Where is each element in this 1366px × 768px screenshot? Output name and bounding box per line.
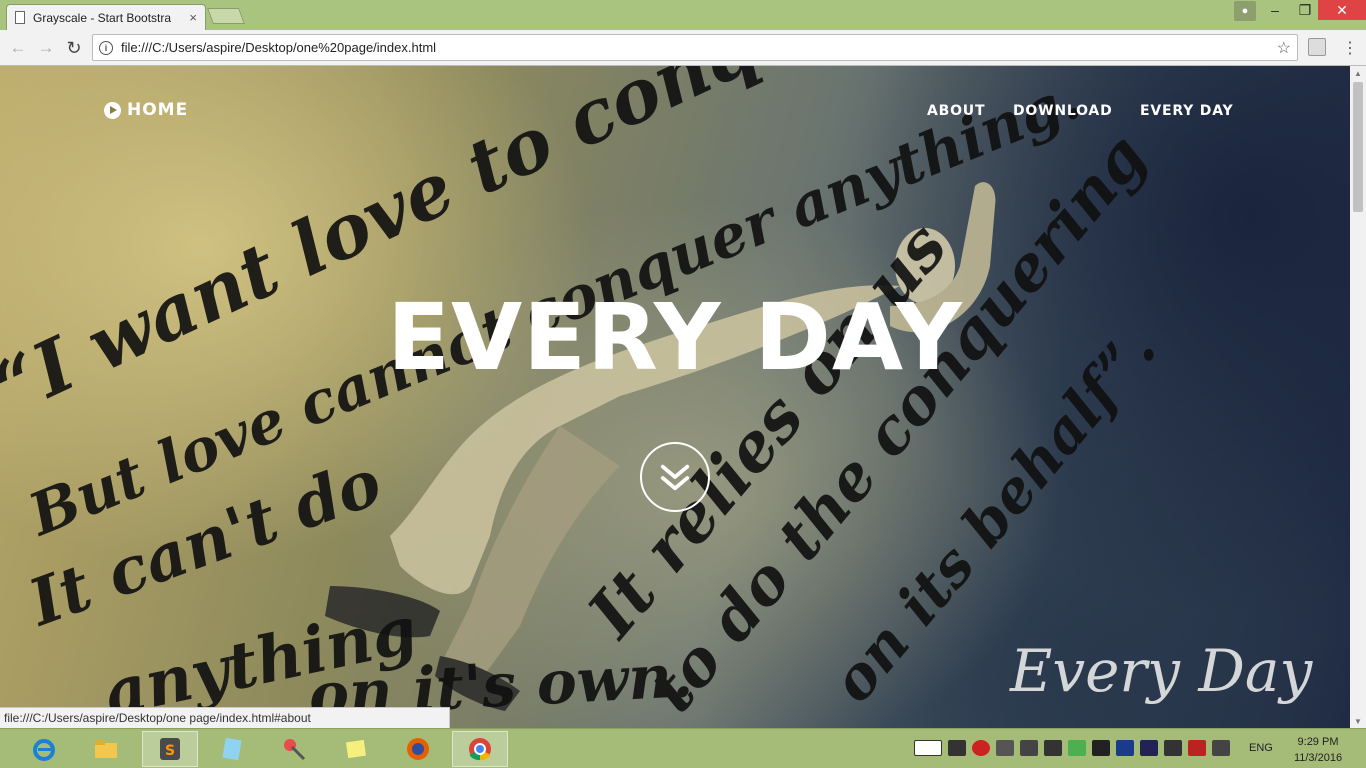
app-tray-icon[interactable]: [1140, 740, 1158, 756]
taskbar-notepad-icon[interactable]: [204, 731, 260, 767]
clock-date: 11/3/2016: [1293, 752, 1343, 764]
network-adapter-icon[interactable]: [1020, 740, 1038, 756]
monitor-icon[interactable]: [948, 740, 966, 756]
scroll-down-arrow-icon[interactable]: ▼: [1350, 714, 1366, 728]
double-chevron-down-icon: [660, 464, 690, 491]
taskbar-chrome-icon[interactable]: [452, 731, 508, 767]
window-close-button[interactable]: ✕: [1318, 0, 1366, 20]
minimize-button[interactable]: –: [1262, 0, 1288, 20]
tab-title: Grayscale - Start Bootstra: [33, 10, 172, 25]
page-icon: [15, 11, 25, 24]
info-icon[interactable]: i: [99, 40, 113, 55]
back-icon[interactable]: ←: [6, 36, 30, 60]
page-viewport: “I want love to conquer a But love canno…: [0, 66, 1350, 728]
clock-time: 9:29 PM: [1297, 736, 1339, 748]
windows-taskbar: S ENG 9:29 PM 11/3/2016: [0, 728, 1366, 768]
usb-icon[interactable]: [996, 740, 1014, 756]
new-tab-button[interactable]: [207, 8, 245, 24]
scroll-down-button[interactable]: [640, 442, 710, 512]
hero-title: EVERY DAY: [387, 284, 963, 391]
taskbar-file-explorer-icon[interactable]: [78, 731, 134, 767]
taskbar-sublime-text-icon[interactable]: S: [142, 731, 198, 767]
taskbar-internet-explorer-icon[interactable]: [16, 731, 72, 767]
brand-home-link[interactable]: HOME: [104, 100, 188, 120]
taskbar-sticky-notes-icon[interactable]: [328, 731, 384, 767]
tab-close-icon[interactable]: ×: [189, 10, 197, 25]
nav-link-every-day[interactable]: EVERY DAY: [1140, 103, 1233, 119]
system-clock[interactable]: 9:29 PM 11/3/2016: [1286, 734, 1350, 766]
forward-icon[interactable]: →: [34, 36, 58, 60]
signal-bars-icon[interactable]: [1044, 740, 1062, 756]
taskbar-snipping-tool-icon[interactable]: [266, 731, 322, 767]
printer-icon[interactable]: [1164, 740, 1182, 756]
active-tab[interactable]: Grayscale - Start Bootstra ×: [6, 4, 206, 30]
url-text[interactable]: file:///C:/Users/aspire/Desktop/one%20pa…: [121, 40, 1277, 55]
browser-toolbar: ← → ↻ i file:///C:/Users/aspire/Desktop/…: [0, 30, 1366, 66]
reload-icon[interactable]: ↻: [62, 36, 86, 60]
profile-icon[interactable]: ●: [1234, 1, 1256, 21]
extension-icon[interactable]: [1308, 38, 1326, 56]
site-navbar: HOME ABOUT DOWNLOAD EVERY DAY: [0, 66, 1350, 156]
star-icon[interactable]: ☆: [1277, 38, 1291, 58]
menu-icon[interactable]: ⋮: [1340, 36, 1360, 60]
language-indicator[interactable]: ENG: [1249, 742, 1273, 754]
scroll-thumb[interactable]: [1353, 82, 1363, 212]
display-settings-icon[interactable]: [1116, 740, 1134, 756]
scroll-up-arrow-icon[interactable]: ▲: [1350, 66, 1366, 80]
flag-icon[interactable]: [1188, 740, 1206, 756]
volume-icon[interactable]: [1092, 740, 1110, 756]
bluetooth-icon[interactable]: [1212, 740, 1230, 756]
system-tray: [914, 737, 1230, 759]
signature-text: Every Day: [1009, 637, 1313, 705]
page-scrollbar[interactable]: ▲ ▼: [1350, 66, 1366, 728]
hero-background-image: “I want love to conquer a But love canno…: [0, 66, 1313, 728]
play-circle-icon: [104, 101, 121, 119]
restore-button[interactable]: ❐: [1292, 0, 1318, 20]
brand-label: HOME: [127, 100, 189, 120]
address-bar[interactable]: i file:///C:/Users/aspire/Desktop/one%20…: [92, 34, 1298, 61]
taskbar-firefox-icon[interactable]: [390, 731, 446, 767]
nav-link-download[interactable]: DOWNLOAD: [1013, 103, 1113, 119]
svg-text:S: S: [165, 743, 175, 759]
browser-title-bar: Grayscale - Start Bootstra × ● – ❐ ✕: [0, 0, 1366, 30]
link-status-bubble: file:///C:/Users/aspire/Desktop/one page…: [0, 707, 450, 728]
antivirus-icon[interactable]: [972, 740, 990, 756]
nvidia-icon[interactable]: [1068, 740, 1086, 756]
nav-link-about[interactable]: ABOUT: [927, 103, 985, 119]
keyboard-icon[interactable]: [914, 740, 942, 756]
